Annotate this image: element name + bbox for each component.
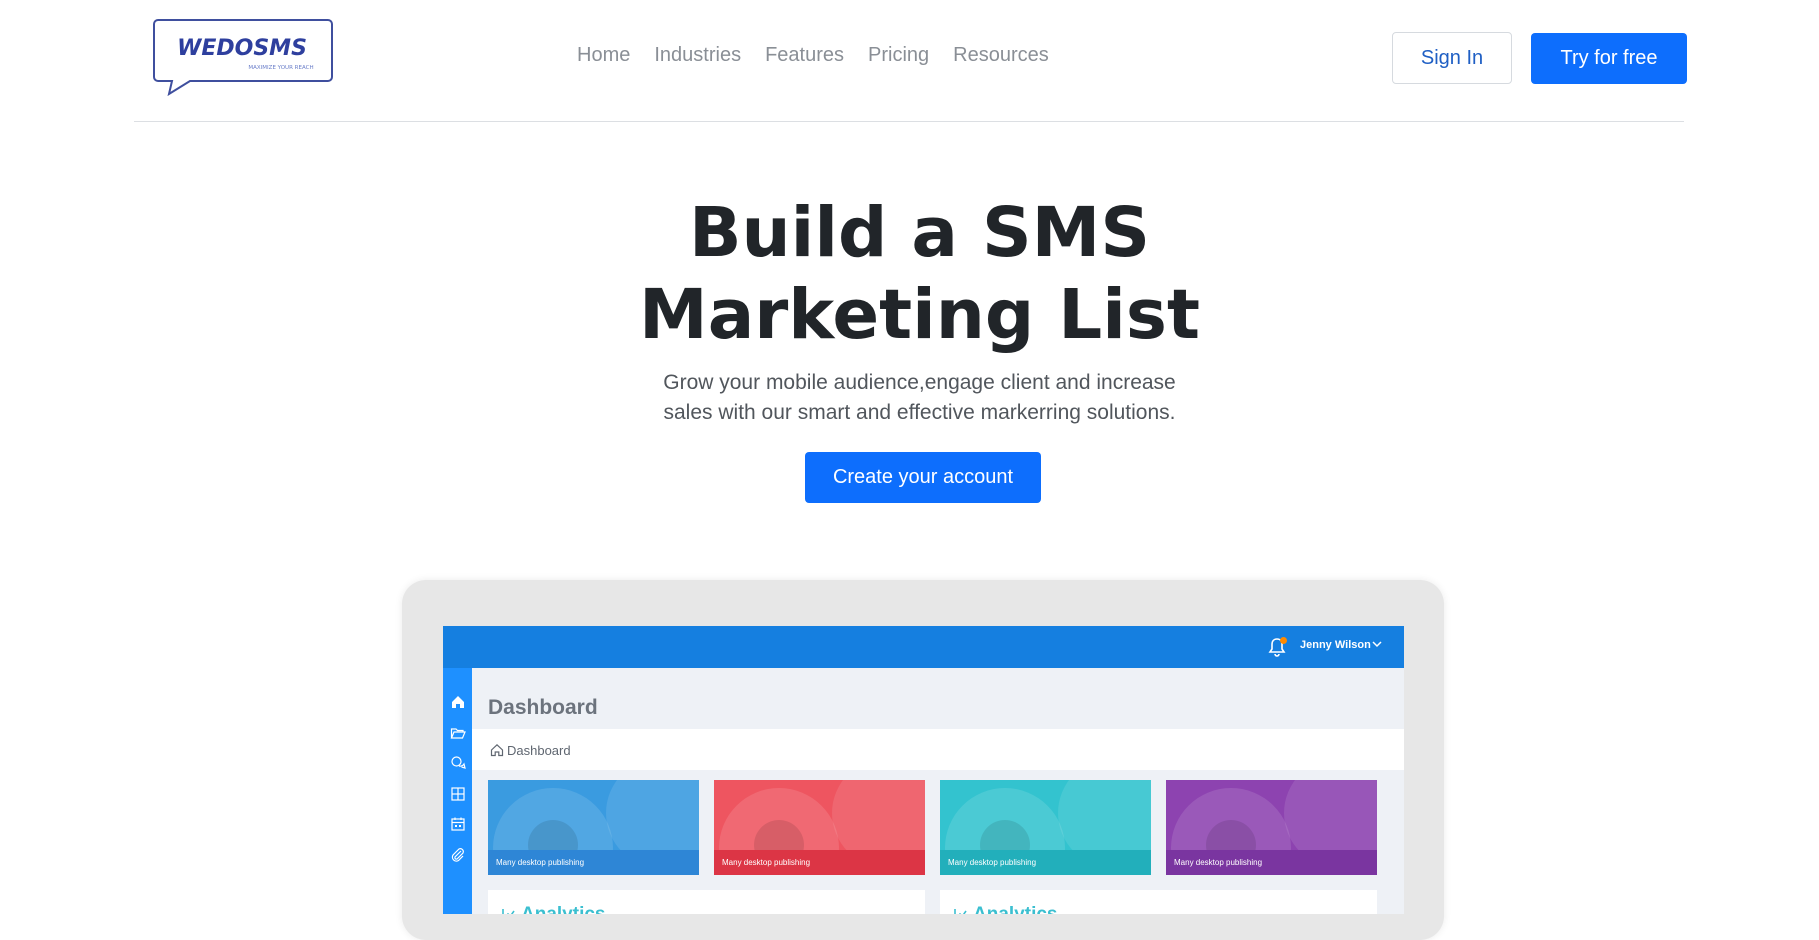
main-nav: Home Industries Features Pricing Resourc… — [577, 44, 1049, 67]
nav-home[interactable]: Home — [577, 44, 630, 67]
line-chart-icon — [954, 909, 967, 914]
analytics-panel-left: Analytics — [488, 890, 925, 914]
breadcrumb: Dashboard — [472, 729, 1404, 770]
dashboard-mockup: Jenny Wilson Dashboard Dashboard Many de… — [443, 626, 1404, 914]
hero-title-line2: Marketing List — [639, 275, 1200, 355]
stat-card-label: Many desktop publishing — [1174, 858, 1263, 867]
stat-card-label: Many desktop publishing — [722, 858, 811, 867]
nav-industries[interactable]: Industries — [654, 44, 741, 67]
hero-title-line1: Build a SMS — [688, 193, 1151, 273]
logo-text: WEDOSMS — [177, 36, 307, 61]
line-chart-icon — [502, 909, 515, 914]
sign-in-button[interactable]: Sign In — [1392, 32, 1512, 84]
mockup-sidebar — [443, 668, 472, 914]
user-name[interactable]: Jenny Wilson — [1300, 639, 1371, 651]
stat-card-red[interactable]: Many desktop publishing — [714, 780, 925, 875]
stat-card-label: Many desktop publishing — [496, 858, 585, 867]
stat-card-blue[interactable]: Many desktop publishing — [488, 780, 699, 875]
stat-card-purple[interactable]: Many desktop publishing — [1166, 780, 1377, 875]
grid-icon[interactable] — [450, 786, 466, 802]
paperclip-icon[interactable] — [450, 847, 466, 863]
panel-title: Analytics — [521, 904, 605, 914]
chevron-down-icon[interactable] — [1371, 638, 1383, 650]
home-icon[interactable] — [450, 694, 466, 710]
hero-subtitle: Grow your mobile audience,engage client … — [0, 368, 1819, 428]
site-header: WEDOSMS MAXIMIZE YOUR REACH Home Industr… — [134, 0, 1687, 122]
home-outline-icon[interactable] — [490, 743, 504, 757]
hero-title: Build a SMS Marketing List — [0, 192, 1819, 356]
create-account-button[interactable]: Create your account — [805, 452, 1041, 503]
hero-subtitle-line1: Grow your mobile audience,engage client … — [663, 371, 1176, 394]
chat-icon[interactable] — [450, 755, 466, 771]
stat-card-teal[interactable]: Many desktop publishing — [940, 780, 1151, 875]
calendar-icon[interactable] — [450, 816, 466, 832]
try-for-free-button[interactable]: Try for free — [1531, 33, 1687, 84]
nav-resources[interactable]: Resources — [953, 44, 1049, 67]
hero-subtitle-line2: sales with our smart and effective marke… — [663, 401, 1176, 424]
mockup-topbar: Jenny Wilson — [443, 626, 1404, 668]
analytics-panel-right: Analytics — [940, 890, 1377, 914]
logo-tagline: MAXIMIZE YOUR REACH — [248, 65, 313, 71]
nav-features[interactable]: Features — [765, 44, 844, 67]
wedosms-logo[interactable]: WEDOSMS MAXIMIZE YOUR REACH — [152, 18, 334, 97]
notification-dot — [1280, 637, 1287, 644]
stat-card-label: Many desktop publishing — [948, 858, 1037, 867]
nav-pricing[interactable]: Pricing — [868, 44, 929, 67]
panel-title: Analytics — [973, 904, 1057, 914]
breadcrumb-dashboard[interactable]: Dashboard — [507, 743, 571, 758]
folder-icon[interactable] — [450, 725, 466, 741]
dashboard-title: Dashboard — [488, 696, 598, 719]
